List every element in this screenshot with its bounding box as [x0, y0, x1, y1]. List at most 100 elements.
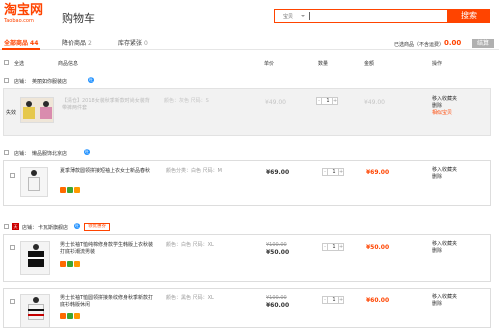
- cart-item: 夏季薄款圆领拼接短袖上衣女士新品春秋 颜色分类：白色 尺码：M ¥69.00 -…: [3, 160, 491, 206]
- chat-icon[interactable]: 旺: [84, 149, 90, 155]
- quantity-stepper[interactable]: - 1 +: [322, 296, 344, 304]
- delete-link[interactable]: 删除: [432, 301, 457, 308]
- credit-card-icon: [60, 261, 66, 267]
- tab-all-items[interactable]: 全部商品 44: [4, 38, 38, 47]
- tab-label: 库存紧张: [118, 40, 143, 47]
- item-checkbox[interactable]: [10, 173, 15, 178]
- shop-row: 天 店铺： 卡瓦斯旗舰店 旺 领优惠券: [0, 222, 499, 232]
- guarantee-icon: [67, 187, 73, 193]
- select-all-label: 全选: [14, 61, 25, 67]
- product-thumbnail[interactable]: [20, 241, 50, 275]
- return-icon: [74, 187, 80, 193]
- product-thumbnail[interactable]: [20, 167, 48, 197]
- quantity-stepper[interactable]: - 1 +: [316, 97, 338, 105]
- cart-item: 男士长袖T恤圆领拼接条纹修身秋季新款打底衫韩版休闲 颜色：黑色 尺码：XL ¥1…: [3, 288, 491, 328]
- search-scope-select[interactable]: 宝贝: [283, 13, 293, 20]
- logo-main-text: 淘宝网: [4, 3, 44, 18]
- active-tab-indicator: [2, 48, 40, 50]
- product-title-link[interactable]: 【清仓】2018女装秋季新款时尚女装背带裤两件套: [62, 98, 154, 112]
- decrease-button[interactable]: -: [323, 297, 328, 303]
- tab-count: 0: [144, 40, 148, 47]
- item-amount: ¥50.00: [366, 244, 390, 251]
- taobao-logo[interactable]: 淘宝网 Taobao.com: [4, 3, 44, 25]
- select-all-checkbox[interactable]: [4, 60, 9, 65]
- shop-label: 店铺：: [22, 225, 38, 231]
- item-operations: 移入收藏夹 删除: [432, 294, 457, 308]
- unit-price: ¥60.00: [266, 302, 290, 309]
- shop-label: 店铺：: [14, 151, 30, 157]
- increase-button[interactable]: +: [338, 244, 343, 250]
- delete-link[interactable]: 删除: [432, 248, 457, 255]
- return-icon: [74, 313, 80, 319]
- product-title-link[interactable]: 夏季薄款圆领拼接短袖上衣女士新品春秋: [60, 168, 156, 175]
- shop-checkbox[interactable]: [4, 78, 9, 83]
- move-to-favorites-link[interactable]: 移入收藏夹: [432, 241, 457, 248]
- chat-icon[interactable]: 旺: [88, 77, 94, 83]
- decrease-button[interactable]: -: [317, 98, 322, 104]
- shop-name-link[interactable]: 卡瓦斯旗舰店: [38, 224, 68, 231]
- model-body: [28, 177, 40, 191]
- tab-label: 降价商品: [62, 40, 87, 47]
- move-to-favorites-link[interactable]: 移入收藏夹: [432, 167, 457, 174]
- shirt-stripe: [28, 314, 44, 316]
- shop-row: 店铺： 懒品服饰北京店 旺: [0, 148, 499, 158]
- delete-link[interactable]: 删除: [432, 174, 457, 181]
- tab-low-stock[interactable]: 库存紧张 0: [118, 38, 148, 47]
- item-operations: 移入收藏夹 删除 相似宝贝: [432, 96, 457, 117]
- col-operations: 操作: [432, 61, 443, 67]
- col-price: 单价: [264, 61, 275, 67]
- service-icons: [60, 313, 81, 319]
- guarantee-icon: [67, 313, 73, 319]
- item-checkbox[interactable]: [10, 299, 15, 304]
- tab-count: 2: [88, 40, 92, 47]
- delete-link[interactable]: 删除: [432, 103, 457, 110]
- unit-price: ¥50.00: [266, 249, 290, 256]
- item-amount: ¥60.00: [366, 297, 390, 304]
- shirt-stripe: [28, 309, 44, 311]
- shop-name-link[interactable]: 懒品服饰北京店: [32, 150, 67, 157]
- shop-checkbox[interactable]: [4, 150, 9, 155]
- credit-card-icon: [60, 187, 66, 193]
- search-button[interactable]: 搜索: [448, 9, 490, 23]
- quantity-stepper[interactable]: - 1 +: [322, 243, 344, 251]
- service-icons: [60, 187, 81, 193]
- model-head: [33, 244, 39, 250]
- decrease-button[interactable]: -: [323, 169, 328, 175]
- product-thumbnail[interactable]: [20, 97, 54, 123]
- shop-name-link[interactable]: 英丽如你服装店: [32, 78, 67, 85]
- search-input[interactable]: 宝贝: [274, 9, 448, 23]
- shop-checkbox[interactable]: [4, 224, 9, 229]
- tmall-shop-icon: 天: [12, 223, 19, 230]
- product-thumbnail[interactable]: [20, 294, 50, 328]
- product-sku: 颜色：黑色 尺码：XL: [166, 295, 214, 301]
- product-title-link[interactable]: 男士长袖T恤纯棉修身款学生韩版上衣秋装打底衫潮流男装: [60, 242, 158, 256]
- original-price: ¥100.00: [266, 295, 287, 301]
- cart-tabs: 全部商品 44 降价商品 2 库存紧张 0 已选商品（不含运费） 0.00 结算: [0, 36, 499, 50]
- item-checkbox[interactable]: [10, 245, 15, 250]
- increase-button[interactable]: +: [332, 98, 337, 104]
- logo-sub-text: Taobao.com: [4, 18, 34, 24]
- chat-icon[interactable]: 旺: [74, 223, 80, 229]
- quantity-stepper[interactable]: - 1 +: [322, 168, 344, 176]
- item-amount: ¥49.00: [364, 99, 385, 106]
- tab-count: 44: [30, 40, 39, 47]
- unit-price: ¥69.00: [266, 169, 290, 176]
- checkout-button[interactable]: 结算: [472, 39, 494, 48]
- shop-label: 店铺：: [14, 79, 30, 85]
- increase-button[interactable]: +: [338, 169, 343, 175]
- page-title: 购物车: [62, 12, 95, 25]
- move-to-favorites-link[interactable]: 移入收藏夹: [432, 96, 457, 103]
- guarantee-icon: [67, 261, 73, 267]
- similar-items-link[interactable]: 相似宝贝: [432, 110, 457, 117]
- item-operations: 移入收藏夹 删除: [432, 241, 457, 255]
- invalid-badge: 失效: [6, 110, 17, 116]
- move-to-favorites-link[interactable]: 移入收藏夹: [432, 294, 457, 301]
- decrease-button[interactable]: -: [323, 244, 328, 250]
- shirt-stripe: [28, 257, 44, 259]
- product-title-link[interactable]: 男士长袖T恤圆领拼接条纹修身秋季新款打底衫韩版休闲: [60, 295, 158, 309]
- cart-item: 男士长袖T恤纯棉修身款学生韩版上衣秋装打底衫潮流男装 颜色：白色 尺码：XL ¥…: [3, 234, 491, 282]
- tab-price-drop[interactable]: 降价商品 2: [62, 38, 92, 47]
- coupon-button[interactable]: 领优惠券: [84, 223, 110, 231]
- increase-button[interactable]: +: [338, 297, 343, 303]
- model-body: [23, 107, 35, 119]
